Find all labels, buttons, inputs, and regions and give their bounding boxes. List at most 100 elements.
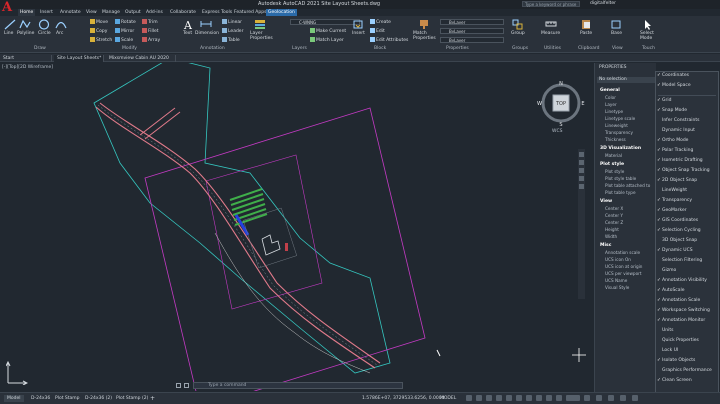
match-layer-button[interactable]: Match Layer <box>310 37 344 43</box>
properties-section-header[interactable]: Plot style <box>600 162 624 167</box>
tab-manage[interactable]: Manage <box>100 9 122 16</box>
arc-button[interactable]: Arc <box>56 31 63 36</box>
close-command-icon[interactable] <box>176 383 181 388</box>
property-row[interactable]: Height <box>605 227 619 232</box>
menu-item-infer-constraints[interactable]: Infer Constraints <box>656 118 718 125</box>
dimension-icon[interactable] <box>200 19 212 30</box>
property-row[interactable]: Material <box>605 153 622 158</box>
viewcube[interactable]: TOP N S E W <box>537 79 585 127</box>
clean-screen-icon[interactable] <box>620 395 626 401</box>
menu-item-ortho-mode[interactable]: Ortho Mode <box>656 138 718 145</box>
selection-dropdown[interactable]: No selection <box>597 77 655 83</box>
annotation-icon[interactable] <box>556 395 562 401</box>
make-current-button[interactable]: Make Current <box>310 28 346 34</box>
property-row[interactable]: Center Y <box>605 213 623 218</box>
transparency-icon[interactable] <box>536 395 542 401</box>
menu-item-annotation-visibility[interactable]: Annotation Visibility <box>656 278 718 285</box>
property-row[interactable]: Plot style <box>605 169 624 174</box>
select-mode-button[interactable]: Select Mode <box>640 31 658 41</box>
tab-express-tools[interactable]: Express Tools <box>200 9 234 16</box>
property-row[interactable]: Width <box>605 234 617 239</box>
menu-item-isometric-drafting[interactable]: Isometric Drafting <box>656 158 718 165</box>
move-button[interactable]: Move <box>90 19 108 25</box>
drawing-viewport[interactable]: [-][Top][2D Wireframe] TOP N S E W WCS T… <box>0 63 594 391</box>
menu-item-selection-cycling[interactable]: Selection Cycling <box>656 228 718 235</box>
menu-item-workspace-switching[interactable]: Workspace Switching <box>656 308 718 315</box>
tab-featured-apps[interactable]: Featured Apps <box>232 9 268 16</box>
circle-button[interactable]: Circle <box>38 31 51 36</box>
edit-block-button[interactable]: Edit <box>370 28 385 34</box>
grid-icon[interactable] <box>466 395 472 401</box>
array-button[interactable]: Array <box>142 37 160 43</box>
table-button[interactable]: Table <box>222 37 240 43</box>
layout-tab-plot-stamp-2[interactable]: Plot Stamp (2) <box>113 395 151 402</box>
tab-add-ins[interactable]: Add-ins <box>144 9 165 16</box>
properties-section-header[interactable]: General <box>600 88 620 93</box>
tab-output[interactable]: Output <box>123 9 143 16</box>
lineweight-dropdown[interactable]: ByLayer <box>440 37 504 43</box>
zoom-extents-icon[interactable] <box>579 168 584 173</box>
add-layout-icon[interactable]: + <box>150 395 155 402</box>
model-space-toggle[interactable]: MODEL <box>440 396 456 401</box>
edit-attributes-button[interactable]: Edit Attributes <box>370 37 408 43</box>
property-row[interactable]: UCS icon at origin <box>605 264 642 269</box>
text-button[interactable]: Text <box>183 31 192 36</box>
group-button[interactable]: Group <box>511 31 525 36</box>
viewcube-top-label[interactable]: TOP <box>555 101 566 107</box>
menu-item-selection-filtering[interactable]: Selection Filtering <box>656 258 718 265</box>
menu-item-transparency[interactable]: Transparency <box>656 198 718 205</box>
property-row[interactable]: Linetype scale <box>605 116 635 121</box>
property-row[interactable]: UCS per viewport <box>605 271 642 276</box>
tab-view[interactable]: View <box>84 9 99 16</box>
tab-home[interactable]: Home <box>18 9 36 16</box>
menu-item-dynamic-ucs[interactable]: Dynamic UCS <box>656 248 718 255</box>
menu-item-units[interactable]: Units <box>656 328 718 335</box>
properties-section-header[interactable]: 3D Visualization <box>600 146 641 151</box>
doc-tab-site-layout[interactable]: Site Layout Sheets* <box>54 55 104 62</box>
match-properties-icon[interactable] <box>418 19 430 30</box>
menu-item-geomarker[interactable]: GeoMarker <box>656 208 718 215</box>
copy-button[interactable]: Copy <box>90 28 107 34</box>
property-row[interactable]: Plot style table <box>605 176 636 181</box>
layer-dropdown[interactable]: C-WNNG <box>290 19 360 25</box>
dimension-button[interactable]: Dimension <box>195 31 219 36</box>
property-row[interactable]: Lineweight <box>605 123 628 128</box>
paste-icon[interactable] <box>580 19 592 30</box>
arc-icon[interactable] <box>55 19 67 30</box>
menu-item-annotation-scale[interactable]: Annotation Scale <box>656 298 718 305</box>
pan-icon[interactable] <box>579 160 584 165</box>
menu-item-3d-object-snap[interactable]: 3D Object Snap <box>656 238 718 245</box>
layout-tab-d24x36[interactable]: D-24x36 <box>28 395 53 402</box>
fillet-button[interactable]: Fillet <box>142 28 159 34</box>
polar-icon[interactable] <box>496 395 502 401</box>
properties-section-header[interactable]: Misc <box>600 243 611 248</box>
base-view-icon[interactable] <box>610 19 622 30</box>
line-button[interactable]: Line <box>4 31 13 36</box>
scale-button[interactable]: Scale <box>115 37 133 43</box>
menu-item-grid[interactable]: Grid <box>656 98 718 105</box>
menu-item-polar-tracking[interactable]: Polar Tracking <box>656 148 718 155</box>
osnap-tracking-icon[interactable] <box>516 395 522 401</box>
menu-item-annotation-monitor[interactable]: Annotation Monitor <box>656 318 718 325</box>
mirror-button[interactable]: Mirror <box>115 28 134 34</box>
menu-item-graphics-performance[interactable]: Graphics Performance <box>656 368 718 375</box>
menu-item-quick-properties[interactable]: Quick Properties <box>656 338 718 345</box>
linear-button[interactable]: Linear <box>222 19 242 25</box>
paste-button[interactable]: Paste <box>580 31 592 36</box>
property-row[interactable]: Layer <box>605 102 617 107</box>
tab-geolocation[interactable]: Geolocation <box>266 9 297 16</box>
property-row[interactable]: UCS Name <box>605 278 627 283</box>
layout-tab-plot-stamp[interactable]: Plot Stamp <box>52 395 83 402</box>
menu-item-object-snap-tracking[interactable]: Object Snap Tracking <box>656 168 718 175</box>
tab-annotate[interactable]: Annotate <box>58 9 83 16</box>
property-row[interactable]: Color <box>605 95 616 100</box>
property-row[interactable]: Plot table type <box>605 190 636 195</box>
properties-section-header[interactable]: View <box>600 199 612 204</box>
property-row[interactable]: Center Z <box>605 220 623 225</box>
menu-item-snap-mode[interactable]: Snap Mode <box>656 108 718 115</box>
stretch-button[interactable]: Stretch <box>90 37 112 43</box>
annotation-scale-icon[interactable] <box>566 395 580 401</box>
property-row[interactable]: UCS icon On <box>605 257 631 262</box>
menu-item-gis-coordinates[interactable]: GIS Coordinates <box>656 218 718 225</box>
search-input[interactable]: Type a keyword or phrase <box>522 1 580 7</box>
